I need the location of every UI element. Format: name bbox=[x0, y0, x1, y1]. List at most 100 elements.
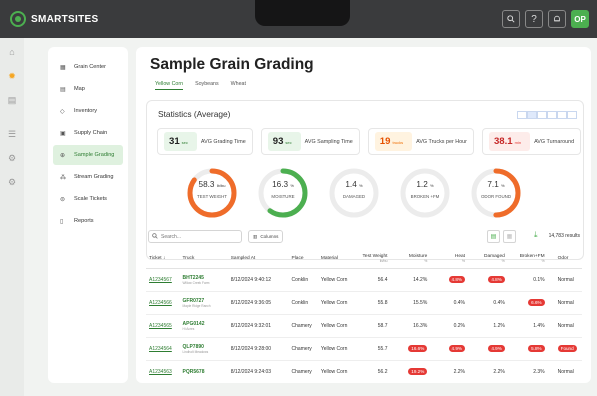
search-input[interactable] bbox=[161, 233, 241, 240]
odor-cell: Normal bbox=[554, 291, 582, 315]
place-cell: Conklin bbox=[288, 268, 318, 292]
ticket-link[interactable]: A1234567 bbox=[149, 277, 172, 283]
sidebar-item-scale-tickets[interactable]: ⊜ Scale Tickets bbox=[53, 189, 123, 209]
chart-icon[interactable]: ▤ bbox=[0, 90, 24, 110]
list-icon[interactable]: ☰ bbox=[0, 124, 24, 144]
donut-number: 58.3 bbox=[198, 180, 215, 189]
alert-badge: 19.2% bbox=[408, 368, 428, 375]
moisture-cell: 16.3% bbox=[397, 314, 438, 338]
donut-value: 1.2 % bbox=[398, 180, 452, 189]
broken-fm-cell: 1.4% bbox=[514, 314, 555, 338]
sidebar-item-label: Reports bbox=[74, 218, 94, 224]
table-row[interactable]: A1234563 PQR5678 8/12/2024 9:24:03 Chamery Y… bbox=[146, 360, 582, 383]
range-option[interactable] bbox=[537, 111, 547, 119]
brand-logo-icon bbox=[10, 11, 26, 27]
donut-damaged: 1.4 % DAMAGED bbox=[327, 166, 381, 220]
truck-id[interactable]: QLP7890 bbox=[183, 344, 204, 350]
column-header-test-weight[interactable]: Test Weight lb/bu bbox=[357, 250, 398, 269]
user-avatar[interactable]: OP bbox=[571, 10, 589, 28]
cell-value: Yellow Corn bbox=[320, 322, 348, 329]
sidebar-nav: ▦ Grain Center ▤ Map ◇ Inventory ▣ Supply Ch… bbox=[48, 47, 128, 383]
sidebar-item-stream-grading[interactable]: ⁂ Stream Grading bbox=[53, 167, 123, 187]
column-header-moisture[interactable]: Moisture% bbox=[397, 250, 438, 269]
cell-value: 2.3% bbox=[533, 368, 545, 375]
donut-number: 1.2 bbox=[416, 180, 428, 189]
cell-value: 0.4% bbox=[493, 299, 505, 306]
home-icon[interactable]: ⌂ bbox=[0, 42, 24, 62]
donut-value: 58.3 lb/bu bbox=[185, 180, 239, 189]
sidebar-item-label: Scale Tickets bbox=[74, 196, 107, 202]
range-option[interactable] bbox=[547, 111, 557, 119]
table-row[interactable]: A1234567 BHT2245 Willow Creek Farm 8/12/202… bbox=[146, 268, 582, 292]
table-row[interactable]: A1234565 APG0142 Hi Acres 8/12/2024 9:32:01… bbox=[146, 314, 582, 338]
brand[interactable]: SMARTSITES bbox=[10, 11, 98, 27]
sampled-at-cell: 8/12/2024 9:40:12 bbox=[227, 268, 289, 292]
truck-cell: QLP7890 Lindholt Meadows bbox=[179, 337, 228, 361]
donut-label: DAMAGED bbox=[342, 194, 366, 199]
kpi-trucks-per-hour: 19 trucks AVG Trucks per Hour bbox=[367, 128, 474, 155]
grid-view-icon[interactable]: ▦ bbox=[503, 230, 516, 243]
truck-id[interactable]: BHT2245 bbox=[183, 275, 204, 281]
settings-icon[interactable]: ⚙ bbox=[0, 172, 24, 192]
cell-value: Chamery bbox=[291, 322, 312, 329]
range-option[interactable] bbox=[527, 111, 537, 119]
column-header-damaged[interactable]: Damaged% bbox=[475, 250, 515, 269]
samples-table: Ticket ↓ Truck Sampled At Place Material… bbox=[146, 250, 582, 383]
column-header-broken-fm[interactable]: Broken+FM% bbox=[514, 250, 555, 269]
sampled-at-cell: 8/12/2024 9:24:03 bbox=[227, 360, 289, 383]
sidebar-item-grain-center[interactable]: ▦ Grain Center bbox=[53, 57, 123, 77]
donut-unit: % bbox=[290, 183, 294, 188]
moisture-cell: 16.6% bbox=[397, 337, 438, 361]
ticket-cell: A1234564 bbox=[146, 337, 180, 361]
column-header-heat[interactable]: Heat% bbox=[437, 250, 476, 269]
donut-row: 58.3 lb/bu TEST WEIGHT 16.3 % MOISTURE 1… bbox=[185, 166, 523, 220]
download-icon[interactable]: ⤓ bbox=[534, 230, 538, 240]
column-header-odor[interactable]: Odor bbox=[554, 250, 582, 269]
range-option[interactable] bbox=[517, 111, 527, 119]
columns-button[interactable]: ▥ Columns bbox=[248, 230, 284, 243]
help-icon[interactable]: ? bbox=[525, 10, 543, 28]
column-header-truck[interactable]: Truck bbox=[179, 250, 228, 269]
bell-icon[interactable] bbox=[548, 10, 566, 28]
sidebar-item-sample-grading[interactable]: ⊕ Sample Grading bbox=[53, 145, 123, 165]
table-row[interactable]: A1234566 GFR0727 Maple Ridge Ranch 8/12/202… bbox=[146, 291, 582, 315]
column-header-place[interactable]: Place bbox=[288, 250, 318, 269]
sun-icon[interactable]: ✹ bbox=[0, 66, 24, 86]
ticket-link[interactable]: A1234564 bbox=[149, 346, 172, 352]
truck-id[interactable]: GFR0727 bbox=[183, 298, 205, 304]
truck-farm: Lindholt Meadows bbox=[182, 349, 209, 354]
ticket-link[interactable]: A1234565 bbox=[149, 323, 172, 329]
tab-yellow-corn[interactable]: Yellow Corn bbox=[155, 81, 184, 90]
column-header-unit: % bbox=[424, 259, 428, 264]
donut-value: 7.1 % bbox=[469, 180, 523, 189]
sidebar-item-map[interactable]: ▤ Map bbox=[53, 79, 123, 99]
range-option[interactable] bbox=[557, 111, 567, 119]
ticket-cell: A1234567 bbox=[146, 268, 180, 292]
gear-icon[interactable]: ⚙ bbox=[0, 148, 24, 168]
test-weight-cell: 56.2 bbox=[357, 360, 398, 383]
range-option[interactable] bbox=[567, 111, 577, 119]
search-icon[interactable] bbox=[502, 10, 520, 28]
ticket-link[interactable]: A1234563 bbox=[149, 369, 172, 375]
tab-soybeans[interactable]: Soybeans bbox=[195, 81, 219, 90]
truck-id[interactable]: PQR5678 bbox=[183, 369, 205, 375]
tab-wheat[interactable]: Wheat bbox=[231, 81, 246, 90]
sidebar-item-reports[interactable]: ▯ Reports bbox=[53, 211, 123, 231]
ticket-link[interactable]: A1234566 bbox=[149, 300, 172, 306]
damaged-cell: 4.8% bbox=[475, 268, 515, 292]
kpi-grading-time: 31 sec AVG Grading Time bbox=[157, 128, 253, 155]
column-header-material[interactable]: Material bbox=[317, 250, 358, 269]
sidebar-item-inventory[interactable]: ◇ Inventory bbox=[53, 101, 123, 121]
table-row[interactable]: A1234564 QLP7890 Lindholt Meadows 8/12/2024… bbox=[146, 337, 582, 361]
table-view-icon[interactable]: ▤ bbox=[487, 230, 500, 243]
truck-farm: Maple Ridge Ranch bbox=[182, 303, 211, 308]
donut-label: TEST WEIGHT bbox=[197, 194, 227, 199]
damaged-cell: 2.2% bbox=[475, 360, 515, 383]
column-header-ticket[interactable]: Ticket ↓ bbox=[146, 250, 180, 269]
truck-id[interactable]: APG0142 bbox=[183, 321, 205, 327]
column-header-sampled-at[interactable]: Sampled At bbox=[227, 250, 289, 269]
column-header-label: Odor bbox=[557, 256, 569, 262]
column-header-unit: % bbox=[461, 259, 466, 264]
ticket-cell: A1234565 bbox=[146, 314, 180, 338]
sidebar-item-supply-chain[interactable]: ▣ Supply Chain bbox=[53, 123, 123, 143]
